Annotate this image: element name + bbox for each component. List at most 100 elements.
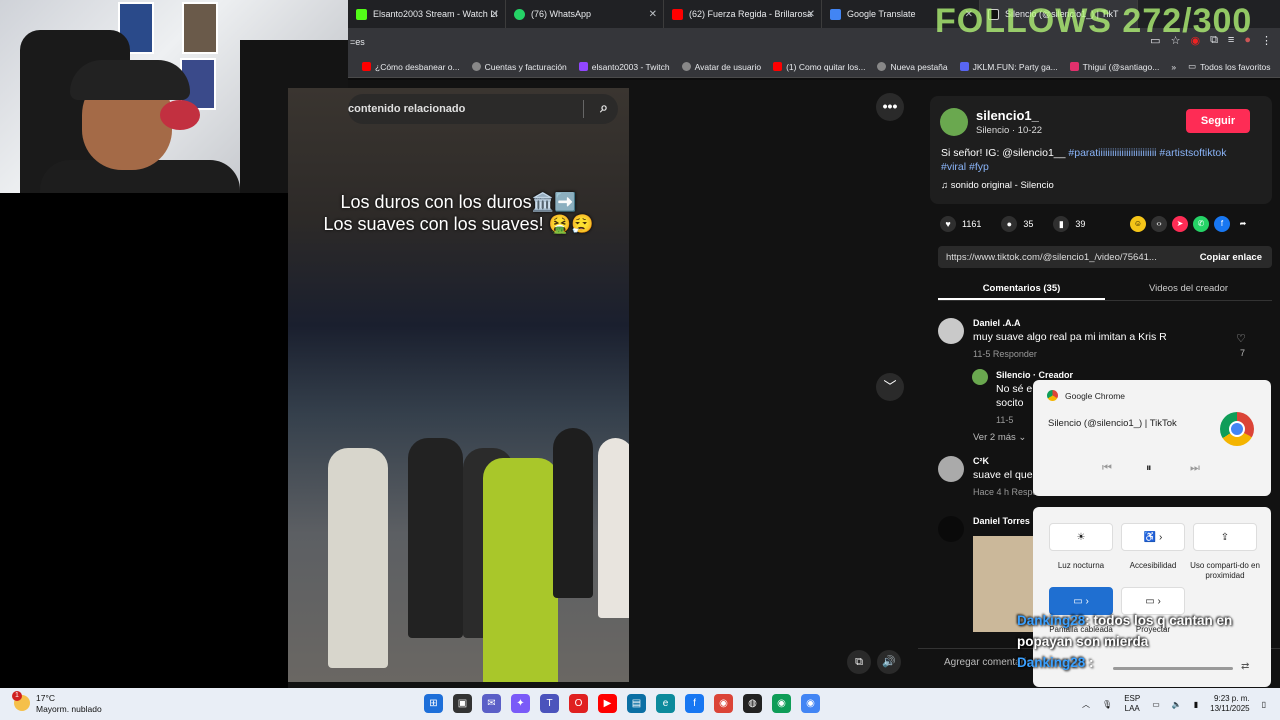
accessibility-toggle[interactable]: ♿ › (1121, 523, 1185, 551)
avatar[interactable] (938, 516, 964, 542)
creator-card: silencio1_ Silencio · 10-22 Seguir Si se… (930, 96, 1272, 204)
share-arrow-icon[interactable]: ➦ (1235, 216, 1251, 232)
kick-icon (356, 8, 367, 20)
windows-taskbar: 1 17°C Mayorm. nublado ⊞ ▣ ✉ ✦ T O ▶ ▤ e … (0, 688, 1280, 720)
comment-button[interactable]: ● 35 (1001, 216, 1033, 232)
task-view-icon[interactable]: ▣ (453, 694, 472, 713)
sound-link[interactable]: ♫ sonido original - Silencio (941, 180, 1054, 191)
creator-subtitle: Silencio · 10-22 (976, 125, 1043, 136)
globe-icon (471, 62, 481, 71)
tab-title: Elsanto2003 Stream - Watch Li (373, 9, 498, 19)
wifi-icon[interactable]: ▭ (1152, 700, 1160, 709)
bookmark-item[interactable]: (1) Como quitar los... (773, 62, 865, 72)
creator-avatar[interactable] (940, 108, 968, 136)
tab-whatsapp[interactable]: (76) WhatsApp ✕ (506, 0, 664, 28)
notifications-icon[interactable]: ▯ (1262, 700, 1266, 709)
bookmarks-overflow[interactable]: » (1171, 62, 1176, 72)
opera-icon[interactable]: O (569, 694, 588, 713)
tab-youtube[interactable]: (62) Fuerza Regida - Brillarosa ✕ (664, 0, 822, 28)
bookmark-item[interactable]: elsanto2003 - Twitch (578, 62, 670, 72)
close-icon[interactable]: ✕ (807, 9, 815, 20)
windows-start-icon[interactable]: ⊞ (424, 694, 443, 713)
follows-goal-overlay: FOLLOWS 272/300 (935, 2, 1253, 40)
video-player[interactable]: Los duros con los duros🏛️➡️ Los suaves c… (288, 88, 629, 682)
youtube-icon (773, 62, 783, 71)
app-icon[interactable]: ◍ (743, 694, 762, 713)
miniplayer-button[interactable]: ⧉ (847, 650, 871, 674)
repost-icon[interactable]: ☺ (1130, 216, 1146, 232)
search-icon[interactable]: ⌕ (600, 99, 608, 116)
youtube-icon[interactable]: ▶ (598, 694, 617, 713)
chat-username: Danking28 (1017, 655, 1086, 670)
avatar[interactable] (938, 318, 964, 344)
save-button[interactable]: ▮ 39 (1053, 216, 1085, 232)
chrome-icon[interactable]: ◉ (714, 694, 733, 713)
previous-track-icon[interactable]: ⏮ (1102, 462, 1112, 475)
clock[interactable]: 9:23 p. m. 13/11/2025 (1210, 694, 1249, 714)
avatar[interactable] (972, 369, 988, 385)
chrome-icon[interactable]: ◉ (772, 694, 791, 713)
teams-icon[interactable]: T (540, 694, 559, 713)
bookmark-item[interactable]: Cuentas y facturación (471, 62, 567, 72)
battery-icon[interactable]: ▮ (1194, 700, 1198, 709)
project-icon: ▭ › (1145, 596, 1161, 607)
tab-kick[interactable]: Elsanto2003 Stream - Watch Li ✕ (348, 0, 506, 28)
next-video-button[interactable]: ﹀ (876, 373, 904, 401)
chat-app-icon[interactable]: ✉ (482, 694, 501, 713)
follow-button[interactable]: Seguir (1186, 109, 1250, 133)
comment-icon: ● (1001, 216, 1018, 232)
more-options-button[interactable]: ••• (876, 93, 904, 121)
bookmark-item[interactable]: Nueva pestaña (877, 62, 948, 72)
bookmark-item[interactable]: ¿Cómo desbanear o... (362, 62, 460, 72)
link-row: https://www.tiktok.com/@silencio1_/video… (938, 246, 1272, 268)
bookmarks-bar: ¿Cómo desbanear o... Cuentas y facturaci… (348, 56, 1280, 78)
send-icon[interactable]: ➤ (1172, 216, 1188, 232)
youtube-icon (362, 62, 371, 71)
copilot-icon[interactable]: ✦ (511, 694, 530, 713)
heart-icon[interactable]: ♡ (1236, 332, 1246, 345)
pause-icon[interactable]: ⏸ (1146, 462, 1152, 475)
chat-message: : (1089, 655, 1094, 670)
next-track-icon[interactable]: ⏭ (1190, 462, 1200, 475)
volume-button[interactable]: 🔊 (877, 650, 901, 674)
chevron-right-icon: » (1171, 61, 1177, 72)
chevron-up-icon[interactable]: ︿ (1082, 699, 1090, 710)
translate-icon (830, 8, 841, 20)
bookmark-item[interactable]: Thiguí (@santiago... (1069, 62, 1159, 72)
whatsapp-icon (514, 8, 525, 20)
dancer (598, 438, 629, 618)
language-indicator[interactable]: ESP LAA (1124, 694, 1140, 714)
tab-comments[interactable]: Comentarios (35) (938, 279, 1105, 300)
bookmark-icon: ▮ (1053, 216, 1070, 232)
tab-creator-videos[interactable]: Videos del creador (1105, 279, 1272, 300)
weather-widget[interactable]: 1 17°C Mayorm. nublado (12, 691, 102, 715)
nearby-share-toggle[interactable]: ⇪ (1193, 523, 1257, 551)
close-icon[interactable]: ✕ (649, 9, 657, 20)
chrome-media-popup: Google Chrome Silencio (@silencio1_) | T… (1033, 380, 1271, 496)
weather-icon: 1 (12, 691, 30, 711)
view-more-replies[interactable]: Ver 2 más ⌄ (973, 432, 1026, 443)
night-light-toggle[interactable]: ☀ (1049, 523, 1113, 551)
close-icon[interactable]: ✕ (491, 9, 499, 20)
mic-icon[interactable]: 🎙 (1102, 700, 1112, 709)
all-bookmarks[interactable]: ▭ Todos los favoritos (1188, 61, 1270, 72)
like-button[interactable]: ♥ 1161 (940, 216, 981, 232)
video-caption-line2: Los suaves con los suaves! 🤮😮‍💨 (323, 214, 594, 234)
facebook-icon[interactable]: f (1214, 216, 1230, 232)
creator-name[interactable]: silencio1_ (976, 108, 1039, 123)
related-search[interactable]: contenido relacionado ⌕ (348, 94, 618, 124)
divider (583, 100, 584, 118)
facebook-icon[interactable]: f (685, 694, 704, 713)
copy-link-button[interactable]: Copiar enlace (1200, 252, 1262, 263)
bookmark-item[interactable]: Avatar de usuario (681, 62, 761, 72)
whatsapp-icon[interactable]: ✆ (1193, 216, 1209, 232)
bookmark-item[interactable]: JKLM.FUN: Party ga... (959, 62, 1058, 72)
embed-icon[interactable]: ‹› (1151, 216, 1167, 232)
video-url[interactable]: https://www.tiktok.com/@silencio1_/video… (946, 252, 1157, 263)
chrome-icon[interactable]: ◉ (801, 694, 820, 713)
store-icon[interactable]: ▤ (627, 694, 646, 713)
menu-icon[interactable]: ⋮ (1261, 34, 1272, 47)
edge-icon[interactable]: e (656, 694, 675, 713)
speaker-icon[interactable]: 🔈 (1172, 700, 1182, 709)
avatar[interactable] (938, 456, 964, 482)
